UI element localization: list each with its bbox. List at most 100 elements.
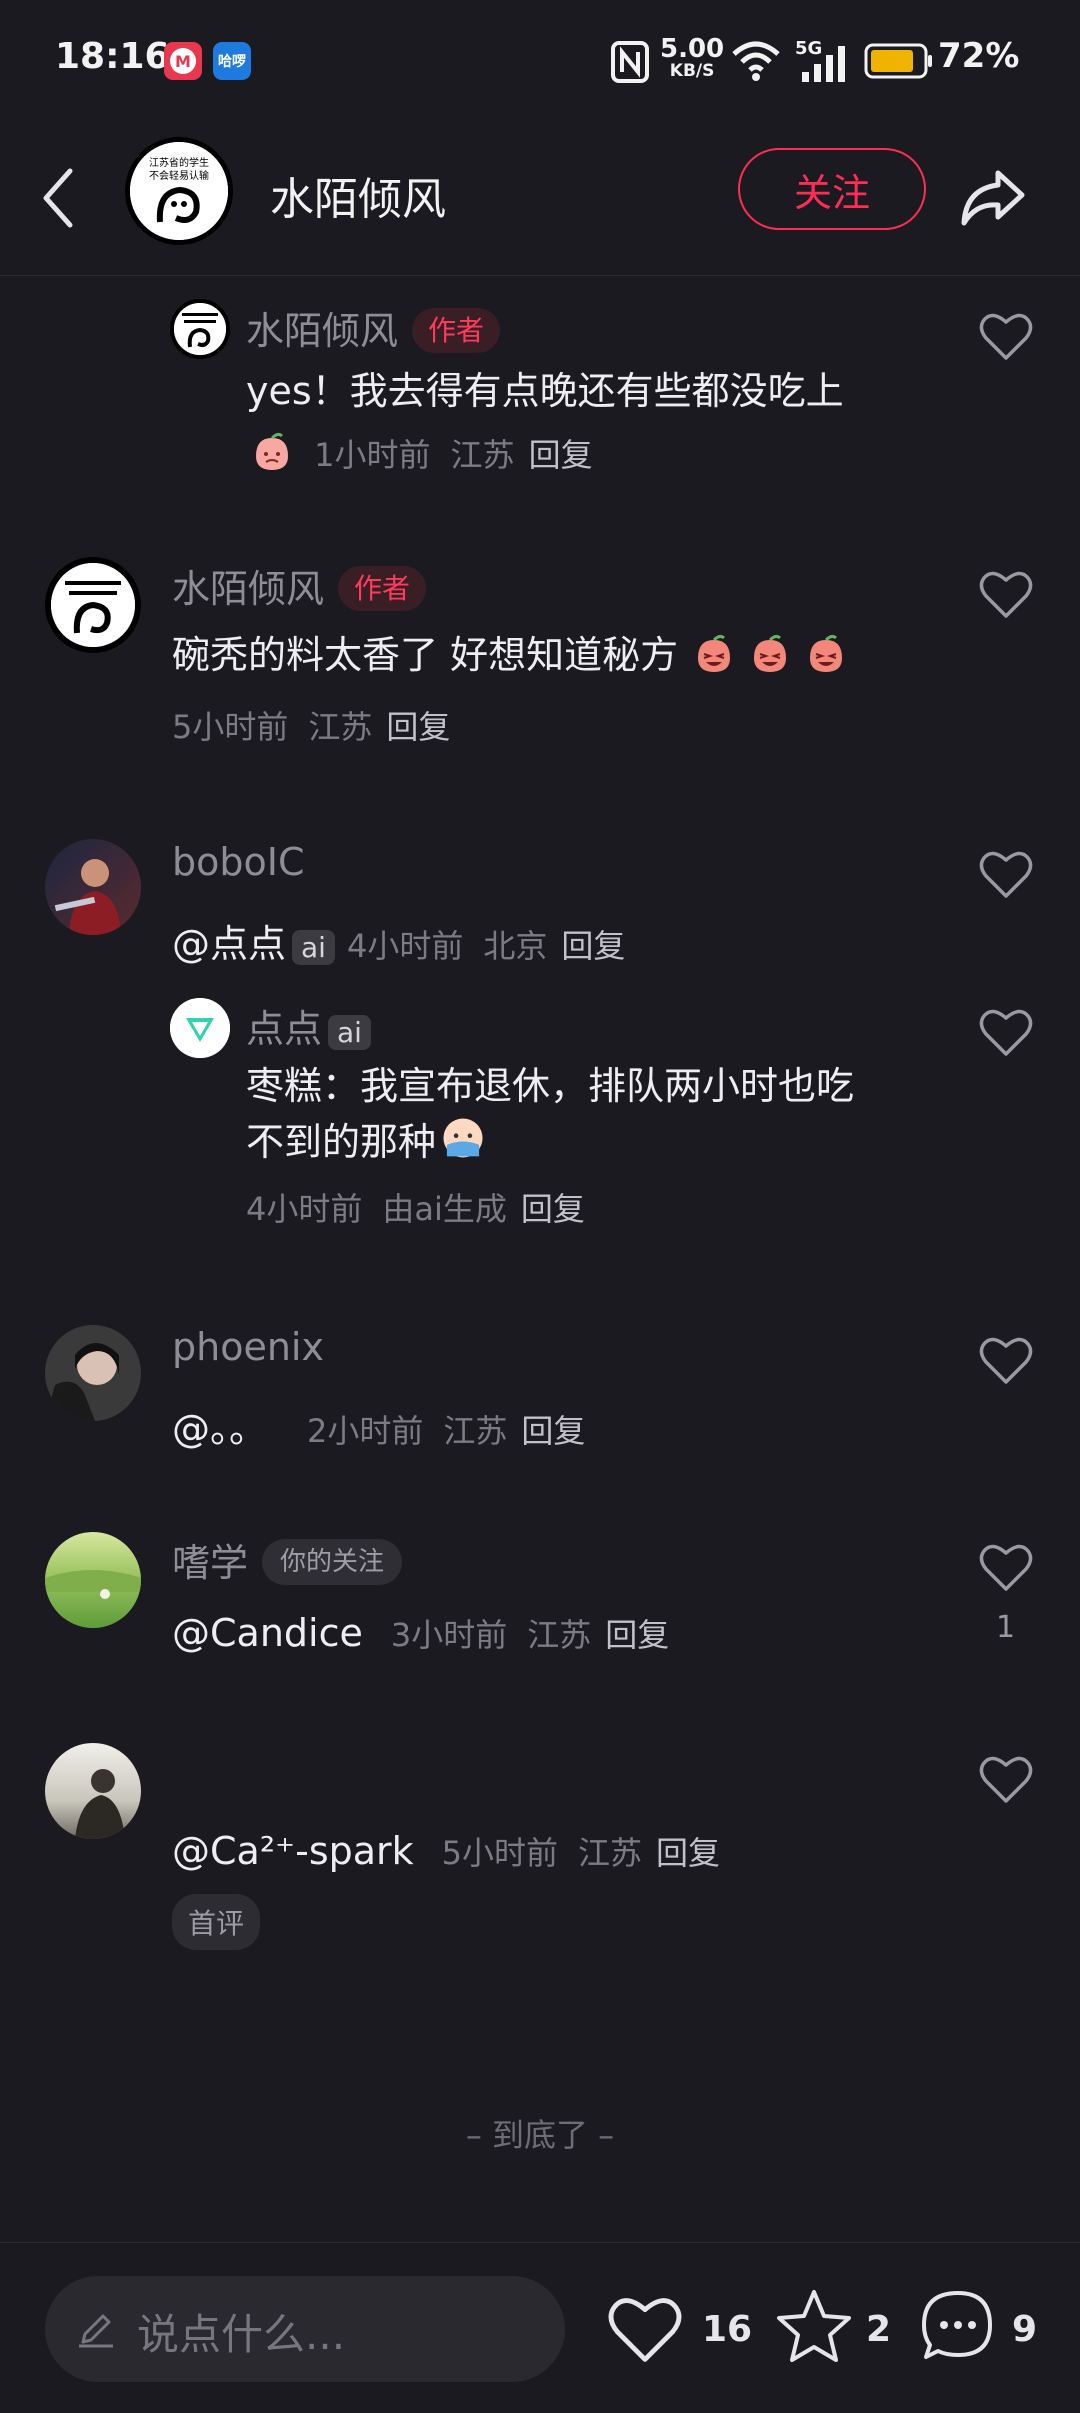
comment-meta: 4小时前 由ai生成 回复 [246,1184,585,1230]
comment-time: 1小时前 [314,436,431,474]
laughing-peach-emoji-icon [754,634,787,672]
comment-username[interactable]: 点点 [246,1007,322,1051]
comment-location: 江苏 [450,436,515,474]
comment-location: 江苏 [308,708,373,746]
comment-username[interactable]: phoenix [172,1325,324,1369]
comment-meta: 5小时前 江苏 回复 [172,702,450,748]
collect-count: 2 [866,2309,892,2350]
heart-icon [979,1756,1033,1803]
like-count: 1 [996,1610,1016,1645]
ai-tag: ai [292,930,335,965]
hello-app-icon: 哈啰 [213,42,251,80]
comment-location: 北京 [483,927,548,965]
like-post-button[interactable] [606,2293,684,2369]
author-tag: 作者 [338,566,427,611]
comment-time: 4小时前 [246,1190,363,1228]
comment-meta: @Ca²⁺-spark 5小时前 江苏 回复 [172,1828,720,1874]
heart-icon [979,1009,1033,1056]
like-count: 16 [702,2309,753,2350]
comment-input[interactable]: 说点什么... [45,2276,565,2382]
comment-time: 4小时前 [346,927,464,965]
reply-button[interactable]: 回复 [656,1834,720,1872]
reply-button[interactable]: 回复 [605,1616,669,1654]
mention-text[interactable]: @点点 [172,922,286,966]
like-button[interactable] [978,1541,1034,1597]
avatar-caption-2: 不会轻易认输 [149,169,209,182]
heart-icon [979,571,1033,618]
commenter-avatar[interactable] [45,557,141,653]
comment-time: 5小时前 [441,1834,559,1872]
author-avatar[interactable]: 江苏省的学生 不会轻易认输 [125,137,233,245]
peach-emoji-icon [256,432,288,470]
comment-username[interactable]: 嗜学 [172,1541,248,1585]
comment-time: 3小时前 [390,1616,508,1654]
comment-text: yes！我去得有点晚还有些都没吃上 [246,369,844,413]
reply-button[interactable]: 回复 [529,436,593,474]
battery-percent: 72% [938,36,1020,76]
follow-button[interactable]: 关注 [738,148,926,230]
comment-location: 江苏 [578,1834,643,1872]
like-button[interactable] [978,1753,1034,1809]
laughing-peach-emoji-icon [810,634,843,672]
status-bar: 18:16 M 哈啰 5.00 KB/S 5G 72% [0,0,1080,125]
pencil-icon [79,2314,113,2348]
signal-icon [800,44,848,88]
reply-button[interactable]: 回复 [561,927,625,965]
like-button[interactable] [978,568,1034,624]
comment-text[interactable]: @Candice [172,1611,363,1655]
like-button[interactable] [978,310,1034,366]
back-button[interactable] [38,165,78,235]
bank-app-icon: M [164,42,202,80]
commenter-avatar[interactable] [45,1743,141,1839]
comment-text[interactable]: @Ca²⁺-spark [172,1829,414,1873]
commenter-avatar[interactable] [45,839,141,935]
ai-assistant-avatar[interactable] [170,998,230,1058]
comment-time: 5小时前 [172,708,289,746]
comment-location: 江苏 [527,1616,592,1654]
heart-icon [979,851,1033,898]
comment-username[interactable]: 水陌倾风 [172,567,324,611]
ai-reply-line-2-text: 不到的那种 [246,1120,437,1164]
comment-1-header: 水陌倾风 作者 [246,300,501,355]
svg-text:M: M [175,52,191,71]
like-button[interactable] [978,1334,1034,1390]
comment-meta: @Candice 3小时前 江苏 回复 [172,1610,669,1656]
crying-emoji-icon [443,1118,483,1158]
reply-button[interactable]: 回复 [521,1412,585,1450]
comment-2-header: 水陌倾风 作者 [172,558,427,613]
comment-username[interactable]: 水陌倾风 [246,309,398,353]
network-speed: 5.00 KB/S [660,36,724,80]
share-button[interactable] [958,165,1028,235]
heart-icon [979,313,1033,360]
comment-count: 9 [1012,2309,1038,2350]
ai-reply-line-2: 不到的那种 [246,1114,854,1170]
like-button[interactable] [978,848,1034,904]
ai-reply-text: 枣糕：我宣布退休，排队两小时也吃 不到的那种 [246,1058,854,1170]
comment-text-content: 碗秃的料太香了 好想知道秘方 [172,633,679,677]
header: 江苏省的学生 不会轻易认输 水陌倾风 关注 [0,125,1080,276]
share-icon [961,170,1025,226]
collect-button[interactable] [774,2287,854,2369]
comment-time: 2小时前 [307,1412,424,1450]
commenter-avatar[interactable] [170,299,230,359]
heart-icon [979,1544,1033,1591]
reply-button[interactable]: 回复 [521,1190,585,1228]
commenter-avatar[interactable] [45,1532,141,1628]
back-arrow-icon [43,168,73,228]
heart-icon [979,1337,1033,1384]
ai-reply-header: 点点 ai [246,998,379,1053]
nfc-icon [610,40,650,88]
wifi-icon [730,40,782,86]
comment-bubble-icon [922,2291,992,2359]
ai-tag: ai [328,1015,371,1050]
commenter-avatar[interactable] [45,1325,141,1421]
reply-button[interactable]: 回复 [386,708,450,746]
comment-text: 碗秃的料太香了 好想知道秘方 [172,627,846,683]
like-button[interactable] [978,1006,1034,1062]
star-icon [777,2290,851,2362]
comment-meta: 1小时前 江苏 回复 [248,430,593,476]
comment-button[interactable] [918,2287,998,2369]
comment-username[interactable]: boboIC [172,840,304,884]
heart-icon [608,2298,682,2362]
laughing-peach-emoji-icon [698,634,731,672]
